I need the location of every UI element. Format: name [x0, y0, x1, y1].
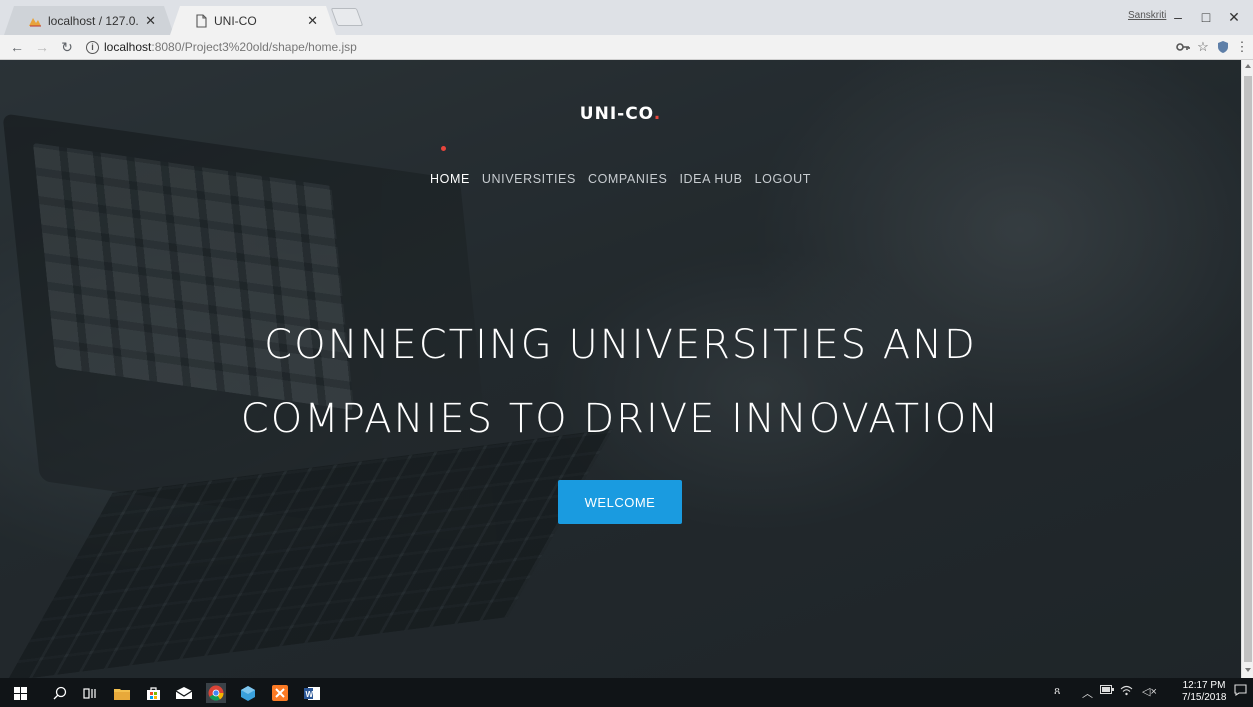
nav-universities[interactable]: UNIVERSITIES: [476, 172, 582, 186]
tab-close-icon[interactable]: ✕: [307, 13, 318, 29]
start-icon[interactable]: [10, 683, 30, 703]
tab-unico[interactable]: UNI-CO ✕: [170, 6, 336, 35]
store-icon[interactable]: [143, 683, 163, 703]
welcome-button[interactable]: WELCOME: [558, 480, 682, 524]
tab-strip: localhost / 127.0.0.1 / sh ✕ UNI-CO ✕ Sa…: [0, 0, 1253, 35]
active-nav-indicator: [441, 146, 446, 151]
address-bar[interactable]: i localhost:8080/Project3%20old/shape/ho…: [86, 37, 1166, 57]
file-explorer-icon[interactable]: [112, 683, 132, 703]
info-icon[interactable]: i: [86, 40, 99, 54]
tray-chevron-up-icon[interactable]: ︿: [1082, 685, 1093, 701]
logo-dot: .: [653, 104, 662, 124]
nav-companies[interactable]: COMPANIES: [582, 172, 674, 186]
task-view-icon[interactable]: [80, 683, 100, 703]
reload-icon[interactable]: ↻: [58, 38, 76, 56]
back-icon[interactable]: ←: [8, 38, 26, 56]
main-nav: HOME UNIVERSITIES COMPANIES IDEA HUB LOG…: [0, 172, 1241, 186]
xampp-icon[interactable]: [270, 683, 290, 703]
bookmark-star-icon[interactable]: ☆: [1194, 38, 1212, 56]
nav-logout[interactable]: LOGOUT: [749, 172, 817, 186]
phpmyadmin-favicon-icon: [29, 17, 41, 26]
tab-title: UNI-CO: [214, 13, 257, 28]
hero-headline-line-2: COMPANIES TO DRIVE INNOVATION: [240, 396, 1001, 442]
chrome-icon[interactable]: [206, 683, 226, 703]
nav-idea-hub[interactable]: IDEA HUB: [673, 172, 748, 186]
scrollbar-thumb[interactable]: [1244, 76, 1252, 662]
system-clock[interactable]: 12:17 PM 7/15/2018: [1182, 680, 1227, 704]
tab-phpmyadmin[interactable]: localhost / 127.0.0.1 / sh ✕: [4, 6, 174, 35]
volume-muted-icon[interactable]: ◁×: [1142, 685, 1157, 698]
svg-text:W: W: [306, 690, 314, 699]
maximize-button[interactable]: □: [1194, 6, 1218, 28]
scroll-up-icon[interactable]: [1245, 64, 1251, 68]
site-logo[interactable]: UNI-CO.: [0, 104, 1241, 124]
people-icon[interactable]: ጸ: [1054, 685, 1060, 698]
nav-home[interactable]: HOME: [424, 172, 476, 186]
hero-headline-line-1: CONNECTING UNIVERSITIES AND: [264, 322, 977, 368]
browser-toolbar: ← → ↻ i localhost:8080/Project3%20old/sh…: [0, 35, 1253, 60]
key-icon[interactable]: [1174, 38, 1192, 56]
scroll-down-icon[interactable]: [1245, 668, 1251, 672]
battery-icon[interactable]: [1100, 685, 1114, 697]
clock-date: 7/15/2018: [1182, 692, 1227, 703]
notifications-icon[interactable]: [1234, 684, 1247, 699]
url-path: :8080/Project3%20old/shape/home.jsp: [151, 40, 357, 54]
windows-taskbar: W ጸ ︿ ◁× 12:17 PM 7/15/2018: [0, 678, 1253, 707]
tab-title: localhost / 127.0.0.1 / sh: [48, 13, 139, 28]
minimize-button[interactable]: –: [1166, 6, 1190, 28]
logo-text: UNI-CO: [579, 104, 654, 124]
wifi-icon[interactable]: [1120, 685, 1133, 699]
tab-close-icon[interactable]: ✕: [145, 13, 156, 29]
app-cube-icon[interactable]: [238, 683, 258, 703]
clock-time: 12:17 PM: [1182, 680, 1226, 691]
word-icon[interactable]: W: [302, 683, 322, 703]
forward-icon[interactable]: →: [33, 38, 51, 56]
new-tab-button[interactable]: [330, 8, 364, 26]
profile-name[interactable]: Sanskriti: [1128, 10, 1166, 21]
url-host: localhost: [104, 40, 152, 54]
page-favicon-icon: [196, 13, 207, 28]
page-scrollbar[interactable]: [1241, 60, 1253, 678]
page-viewport: UNI-CO. HOME UNIVERSITIES COMPANIES IDEA…: [0, 60, 1241, 678]
mail-icon[interactable]: [174, 683, 194, 703]
close-window-button[interactable]: ✕: [1222, 6, 1246, 28]
search-icon[interactable]: [50, 683, 70, 703]
menu-icon[interactable]: ⋮: [1236, 38, 1249, 56]
extension-shield-icon[interactable]: [1214, 38, 1232, 56]
